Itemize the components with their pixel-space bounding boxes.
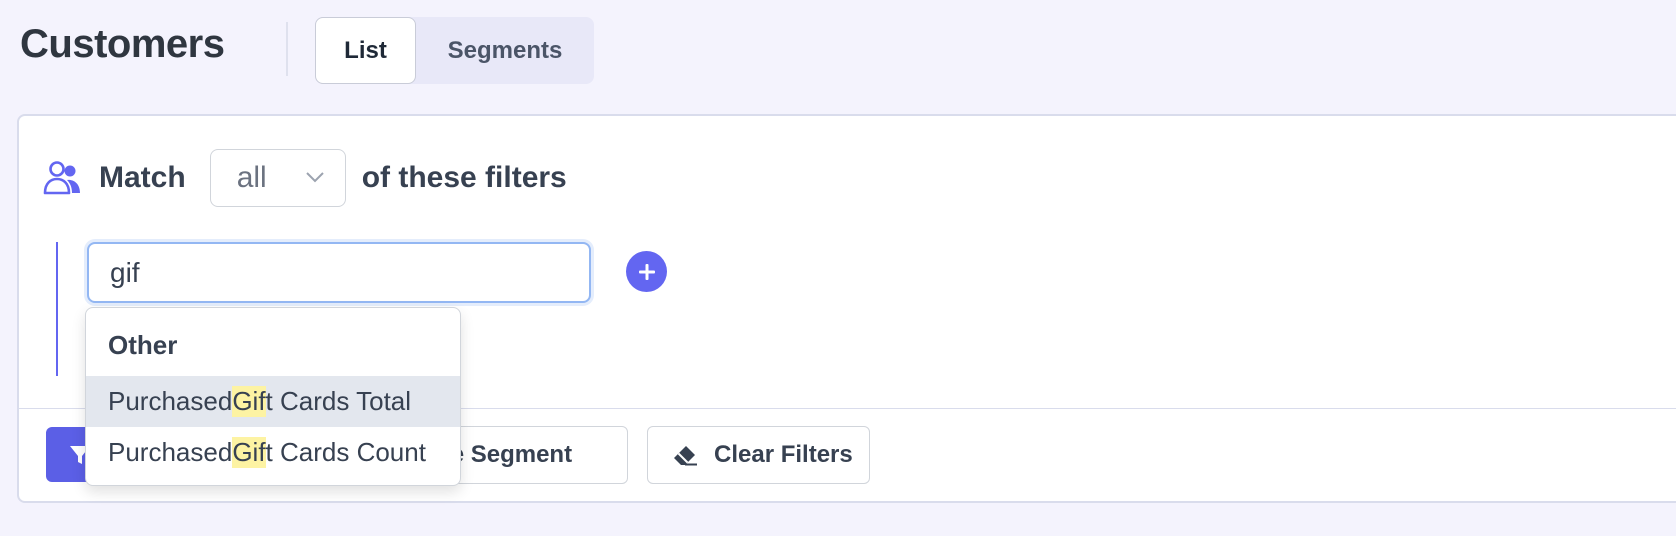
match-suffix: of these filters	[361, 161, 567, 194]
option-text-after: t Cards Total	[265, 386, 412, 416]
view-tabs: List Segments	[315, 17, 594, 84]
people-icon	[43, 161, 80, 195]
option-text-match: Gif	[232, 437, 266, 468]
match-select-value: all	[236, 161, 267, 194]
dropdown-option[interactable]: Purchased Gif t Cards Total	[86, 376, 460, 427]
tab-segments[interactable]: Segments	[416, 17, 594, 84]
title-divider	[286, 22, 288, 76]
dropdown-option[interactable]: Purchased Gif t Cards Count	[86, 427, 460, 478]
option-text-match: Gif	[232, 386, 266, 417]
eraser-icon	[674, 446, 697, 466]
dropdown-group-label: Other	[108, 330, 178, 360]
option-text-before: Purchased	[108, 437, 233, 467]
page-title: Customers	[20, 22, 225, 66]
add-filter-button[interactable]	[626, 251, 667, 292]
match-label: Match	[99, 161, 186, 194]
filter-group-line	[56, 242, 58, 376]
option-text-after: t Cards Count	[265, 437, 426, 467]
filter-search-input[interactable]	[87, 242, 591, 303]
plus-circle-icon	[638, 263, 655, 280]
clear-filters-label: Clear Filters	[714, 441, 853, 468]
clear-filters-button[interactable]: Clear Filters	[647, 426, 870, 484]
option-text-before: Purchased	[108, 386, 233, 416]
filter-suggestions-dropdown: Other Purchased Gif t Cards Total Purchas…	[85, 307, 461, 486]
chevron-down-icon	[305, 172, 324, 183]
match-row: Match all of these filters	[43, 148, 567, 208]
tab-list[interactable]: List	[315, 17, 416, 84]
match-select[interactable]: all	[209, 149, 346, 207]
